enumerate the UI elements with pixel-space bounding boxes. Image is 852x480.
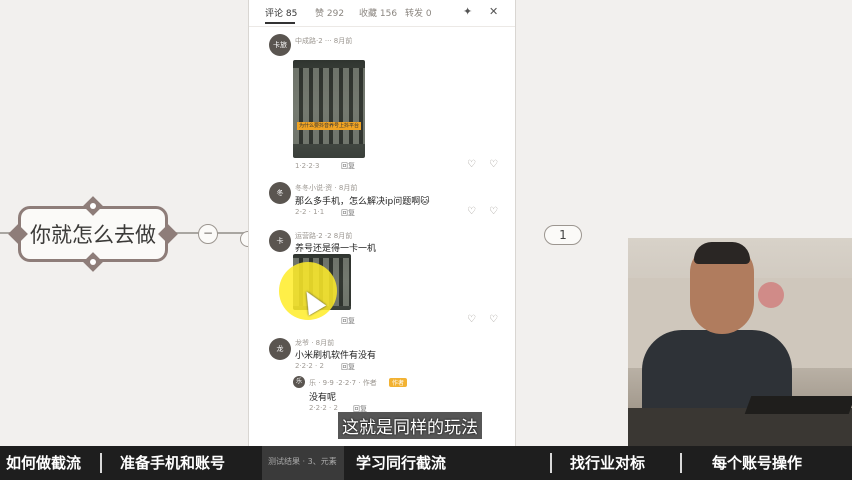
presenter-hair (694, 242, 750, 264)
reply-button[interactable]: 回复 (341, 316, 355, 326)
comment-username[interactable]: 运营路·2 ·2 8月前 (295, 231, 352, 241)
comment-image[interactable]: 为什么要抖音养号上抖平台 (293, 60, 365, 158)
chapter-separator (680, 453, 682, 473)
dislike-icon[interactable]: ♡ (489, 314, 498, 325)
active-tab-indicator (265, 22, 295, 24)
chapter-separator (100, 453, 102, 473)
avatar[interactable]: 乐 (293, 376, 305, 388)
chapter-bar: 如何做截流 准备手机和账号 测试结果 · 3、元素 学习同行截流 找行业对标 每… (0, 446, 852, 480)
count-badge[interactable]: 1 (544, 225, 582, 245)
comment-username[interactable]: 龙爷 · 8月前 (295, 338, 334, 348)
keyboard (744, 396, 852, 414)
reply-button[interactable]: 回复 (341, 362, 355, 372)
comment-text: 小米刷机软件有没有 (295, 351, 377, 361)
tab-likes[interactable]: 赞 292 (315, 6, 344, 19)
chapter-active-label: 测试结果 · 3、元素 (268, 457, 337, 466)
subtitle-caption: 这就是同样的玩法 (338, 412, 482, 439)
avatar[interactable]: 龙 (269, 338, 291, 360)
author-badge: 作者 (389, 378, 408, 387)
comment-meta: 2·2·2 · 2 (309, 404, 338, 412)
comment-text: 养号还是得一卡一机 (295, 244, 377, 254)
reply-button[interactable]: 回复 (341, 161, 355, 171)
collapse-toggle[interactable]: − (198, 224, 218, 244)
background-flowers (758, 282, 784, 308)
chapter-item[interactable]: 学习同行截流 (356, 446, 446, 480)
chapter-separator (550, 453, 552, 473)
dislike-icon[interactable]: ♡ (489, 159, 498, 170)
close-icon[interactable]: ✕ (489, 5, 498, 18)
chapter-item[interactable]: 找行业对标 (570, 446, 645, 480)
comment-text: 没有呢 (309, 393, 337, 403)
comment-username[interactable]: 中成路·2 ··· 8月前 (295, 36, 352, 46)
dislike-icon[interactable]: ♡ (489, 206, 498, 217)
comment-item: 冬 冬冬小说·资 · 8月前 那么多手机，怎么解决ip问题啊🐱 2-2 · 1·… (249, 182, 515, 222)
image-caption: 为什么要抖音养号上抖平台 (297, 122, 361, 130)
avatar[interactable]: 冬 (269, 182, 291, 204)
heart-icon[interactable]: ♡ (467, 206, 476, 217)
chapter-item[interactable]: 每个账号操作 (712, 446, 802, 480)
tab-comments[interactable]: 评论 85 (265, 6, 297, 19)
pin-icon[interactable]: ✦ (463, 5, 472, 18)
comment-item: 卡旅 中成路·2 ··· 8月前 为什么要抖音养号上抖平台 1·2·2·3 回复… (249, 34, 515, 174)
handle-dot (90, 259, 96, 265)
tab-bar: 评论 85 赞 292 收藏 156 转发 0 ✦ ✕ (249, 0, 515, 27)
avatar[interactable]: 卡旅 (269, 34, 291, 56)
comment-meta: 2·2·2 · 2 (295, 362, 324, 370)
comment-item: 龙 龙爷 · 8月前 小米刷机软件有没有 2·2·2 · 2 回复 (249, 338, 515, 374)
chapter-item[interactable]: 准备手机和账号 (120, 446, 225, 480)
chapter-item-active[interactable]: 测试结果 · 3、元素 (262, 446, 344, 480)
avatar[interactable]: 卡 (269, 230, 291, 252)
heart-icon[interactable]: ♡ (467, 314, 476, 325)
image-content (293, 68, 365, 144)
chapter-item[interactable]: 如何做截流 (6, 446, 81, 480)
reply-item: 乐 乐 · 9·9 ·2·2·7 · 作者 作者 没有呢 2·2·2 · 2 回… (249, 376, 515, 416)
comment-username[interactable]: 乐 · 9·9 ·2·2·7 · 作者 (309, 378, 377, 388)
handle-dot (90, 203, 96, 209)
heart-icon[interactable]: ♡ (467, 159, 476, 170)
comments-panel: 评论 85 赞 292 收藏 156 转发 0 ✦ ✕ 卡旅 中成路·2 ···… (248, 0, 516, 446)
comment-username[interactable]: 冬冬小说·资 · 8月前 (295, 183, 357, 193)
tab-shares[interactable]: 转发 0 (405, 6, 432, 19)
comment-meta: 2-2 · 1·1 (295, 208, 325, 216)
mindmap-node-text: 你就怎么去做 (30, 223, 156, 247)
reply-button[interactable]: 回复 (341, 208, 355, 218)
comment-text: 那么多手机，怎么解决ip问题啊🐱 (295, 197, 430, 207)
tab-favorites[interactable]: 收藏 156 (359, 6, 397, 19)
comment-meta: 1·2·2·3 (295, 162, 320, 170)
webcam-overlay (628, 238, 852, 446)
